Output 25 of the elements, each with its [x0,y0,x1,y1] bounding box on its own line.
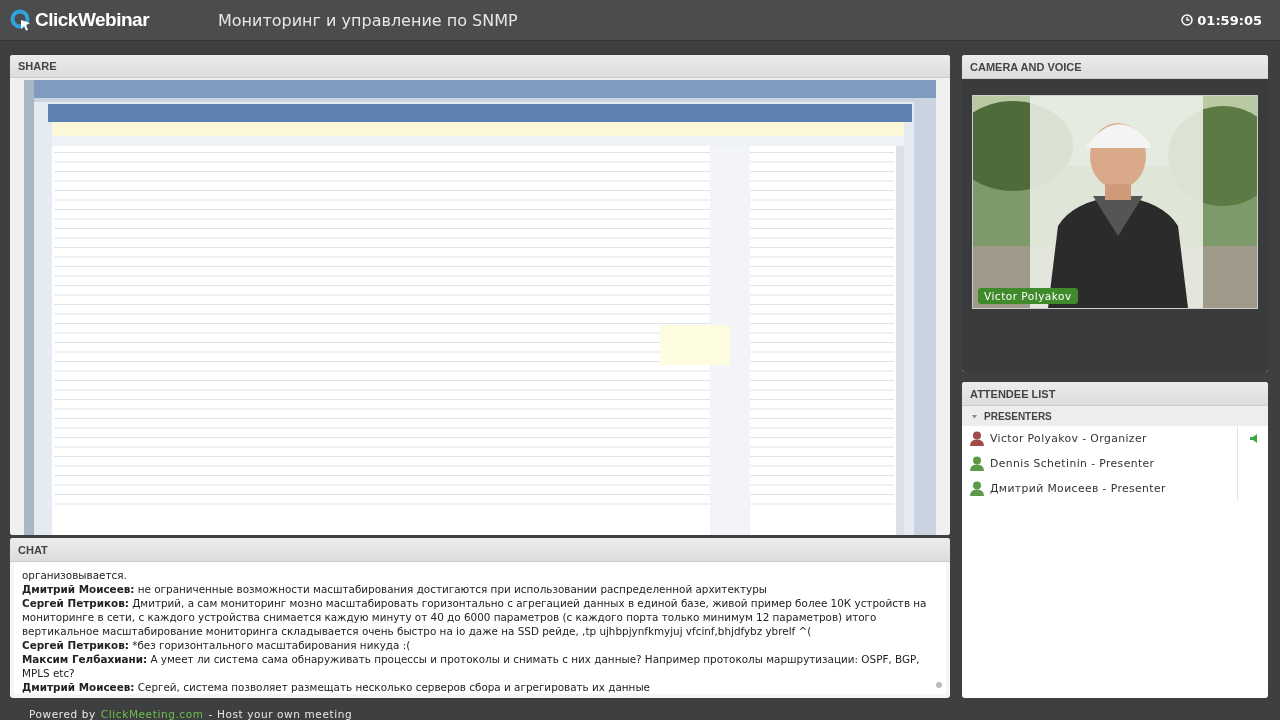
footer-text: - Host your own meeting [208,708,353,720]
webinar-title: Мониторинг и управление по SNMP [218,10,519,30]
attendee-name[interactable]: Дмитрий Моисеев - Presenter [990,482,1231,495]
panel-title: CHAT [10,538,950,562]
group-header[interactable]: PRESENTERS [962,406,1268,426]
panel-title: SHARE [10,55,950,78]
attendee-name[interactable]: Dennis Schetinin - Presenter [990,457,1231,470]
panel-title: ATTENDEE LIST [962,382,1268,406]
attendee-name[interactable]: Victor Polyakov - Organizer [990,432,1231,445]
clock-icon [1181,14,1194,26]
panel-title: CAMERA AND VOICE [962,55,1268,79]
footer-link[interactable]: ClickMeeting.com [100,708,204,720]
chat-message: Сергей Петриков: Дмитрий, а сам мониторинг мозно масштабировать горизонтально с агрегацией данных в единой базе, живой пример более 10К устройств на мониторинге в сети, с каждого устройства снимается каждую минуту от 40 до 6000 параметров (с каждого порта только минимум 12 параметров) итого вертикальное масштабирование мониторинга складывается очень быстро на io даже на SSD рейде, ,tp ujhbpjynfkmyjuj vfcinf,bhjdfybz ybrelf ^( [22,596,928,638]
footer-text: Powered by [29,708,96,720]
chat-message: Максим Гелбахиани: А умеет ли система сама обнаруживать процессы и протоколы и снимать с них данные? Например протоколы маршрутизации: OSPF, BGP, MPLS etc? [22,652,921,680]
chat-message: Сергей Петриков: *без горизонтального масштабирования никуда :( [22,638,412,652]
chat-message: Дмитрий Моисеев: не ограниченные возможности масштабирования достигаются при использовании распределенной архитектуры [22,582,769,596]
expanded-icon [972,413,977,419]
logo-icon [10,9,32,31]
logo-text: ClickWebinar [35,9,150,31]
timer-text: 01:59:05 [1197,12,1262,28]
chat-message: организовывается. [22,568,128,582]
participant-name: Victor Polyakov [978,288,1078,304]
scrollbar-thumb[interactable] [936,682,942,688]
chat-message: Дмитрий Моисеев: Сергей, система позволяет размещать несколько серверов сбора и агрегировать их данные [22,680,651,694]
